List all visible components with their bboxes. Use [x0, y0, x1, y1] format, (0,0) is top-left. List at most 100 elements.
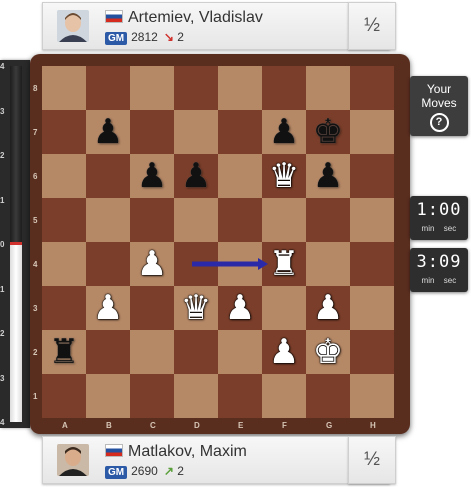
eval-bar-black-portion [10, 66, 22, 244]
black-pawn-d6[interactable]: ♟ [174, 154, 218, 198]
square-d1[interactable] [174, 374, 218, 418]
square-d7[interactable] [174, 110, 218, 154]
file-label: C [150, 421, 156, 430]
bottom-clock-min-label: min [421, 276, 435, 285]
top-player-title-badge: GM [105, 32, 128, 45]
square-f5[interactable] [262, 198, 306, 242]
square-h4[interactable] [350, 242, 394, 286]
square-e2[interactable] [218, 330, 262, 374]
white-pawn-e3[interactable]: ♟ [218, 286, 262, 330]
file-label: H [370, 421, 376, 430]
square-c2[interactable] [130, 330, 174, 374]
white-pawn-b3[interactable]: ♟ [86, 286, 130, 330]
russia-flag-icon [105, 10, 123, 24]
bottom-player-name[interactable]: Matlakov, Maxim [128, 443, 247, 460]
square-g1[interactable] [306, 374, 350, 418]
square-h8[interactable] [350, 66, 394, 110]
black-pawn-f7[interactable]: ♟ [262, 110, 306, 154]
square-c3[interactable] [130, 286, 174, 330]
eval-bar-marker [10, 242, 22, 245]
square-h6[interactable] [350, 154, 394, 198]
white-king-g2[interactable]: ♚ [306, 330, 350, 374]
eval-tick-label: 4 [0, 418, 5, 427]
black-pawn-g6[interactable]: ♟ [306, 154, 350, 198]
square-e6[interactable] [218, 154, 262, 198]
question-icon: ? [429, 113, 449, 132]
square-c8[interactable] [130, 66, 174, 110]
top-player-name[interactable]: Artemiev, Vladislav [128, 9, 263, 26]
black-pawn-c6[interactable]: ♟ [130, 154, 174, 198]
square-a7[interactable] [42, 110, 86, 154]
white-pawn-f2[interactable]: ♟ [262, 330, 306, 374]
square-f3[interactable] [262, 286, 306, 330]
rating-down-arrow-icon: ↘ [163, 30, 174, 44]
square-a1[interactable] [42, 374, 86, 418]
white-queen-f6[interactable]: ♛ [262, 154, 306, 198]
black-pawn-b7[interactable]: ♟ [86, 110, 130, 154]
white-rook-f4[interactable]: ♜ [262, 242, 306, 286]
square-e5[interactable] [218, 198, 262, 242]
square-h3[interactable] [350, 286, 394, 330]
rank-label: 8 [33, 84, 38, 93]
rank-label: 2 [33, 348, 38, 357]
square-g4[interactable] [306, 242, 350, 286]
eval-tick-label: 2 [0, 329, 5, 338]
eval-tick-label: 3 [0, 106, 5, 116]
your-moves-button[interactable]: Your Moves ? [410, 76, 468, 136]
square-e4[interactable] [218, 242, 262, 286]
rank-label: 5 [33, 216, 38, 225]
rank-label: 1 [33, 392, 38, 401]
bottom-player-title-badge: GM [105, 466, 128, 479]
rank-label: 6 [33, 172, 38, 181]
square-a4[interactable] [42, 242, 86, 286]
square-e7[interactable] [218, 110, 262, 154]
square-b4[interactable] [86, 242, 130, 286]
rank-label: 7 [33, 128, 38, 137]
file-label: A [62, 421, 68, 430]
square-d5[interactable] [174, 198, 218, 242]
square-h7[interactable] [350, 110, 394, 154]
top-player-rating-change: 2 [177, 30, 184, 44]
square-h1[interactable] [350, 374, 394, 418]
square-b8[interactable] [86, 66, 130, 110]
bottom-player-card: Matlakov, Maxim GM 2690 ↗ 2 [42, 436, 390, 484]
top-clock-sec-label: sec [443, 224, 457, 233]
white-pawn-g3[interactable]: ♟ [306, 286, 350, 330]
eval-tick-label: 3 [0, 373, 5, 383]
square-a6[interactable] [42, 154, 86, 198]
white-pawn-c4[interactable]: ♟ [130, 242, 174, 286]
white-queen-d3[interactable]: ♛ [174, 286, 218, 330]
chess-board[interactable]: 8 7 6 5 4 3 2 1 A B C D E F G H ♟ ♟ ♚ ♟ ♟ ♛ ♟ ♟ ♜ ♟ ♛ ♟ ♟ ♜ ♟ ♚ [33, 66, 394, 430]
square-g5[interactable] [306, 198, 350, 242]
square-d4[interactable] [174, 242, 218, 286]
square-h2[interactable] [350, 330, 394, 374]
square-e8[interactable] [218, 66, 262, 110]
top-player-rating: 2812 [131, 30, 158, 44]
black-rook-a2[interactable]: ♜ [42, 330, 86, 374]
square-d2[interactable] [174, 330, 218, 374]
eval-tick-label: 2 [0, 151, 5, 160]
eval-tick-label: 0 [0, 240, 5, 249]
rank-label: 3 [33, 304, 38, 313]
square-d8[interactable] [174, 66, 218, 110]
square-b5[interactable] [86, 198, 130, 242]
square-a8[interactable] [42, 66, 86, 110]
square-b6[interactable] [86, 154, 130, 198]
black-king-g7[interactable]: ♚ [306, 110, 350, 154]
square-f8[interactable] [262, 66, 306, 110]
square-c5[interactable] [130, 198, 174, 242]
square-c1[interactable] [130, 374, 174, 418]
square-e1[interactable] [218, 374, 262, 418]
bottom-clock-sec-label: sec [443, 276, 457, 285]
square-b2[interactable] [86, 330, 130, 374]
square-a3[interactable] [42, 286, 86, 330]
bottom-clock-time: 3:09 [416, 252, 462, 272]
square-a5[interactable] [42, 198, 86, 242]
square-h5[interactable] [350, 198, 394, 242]
square-g8[interactable] [306, 66, 350, 110]
square-b1[interactable] [86, 374, 130, 418]
file-label: D [194, 421, 200, 430]
file-label: F [282, 421, 287, 430]
square-f1[interactable] [262, 374, 306, 418]
square-c7[interactable] [130, 110, 174, 154]
